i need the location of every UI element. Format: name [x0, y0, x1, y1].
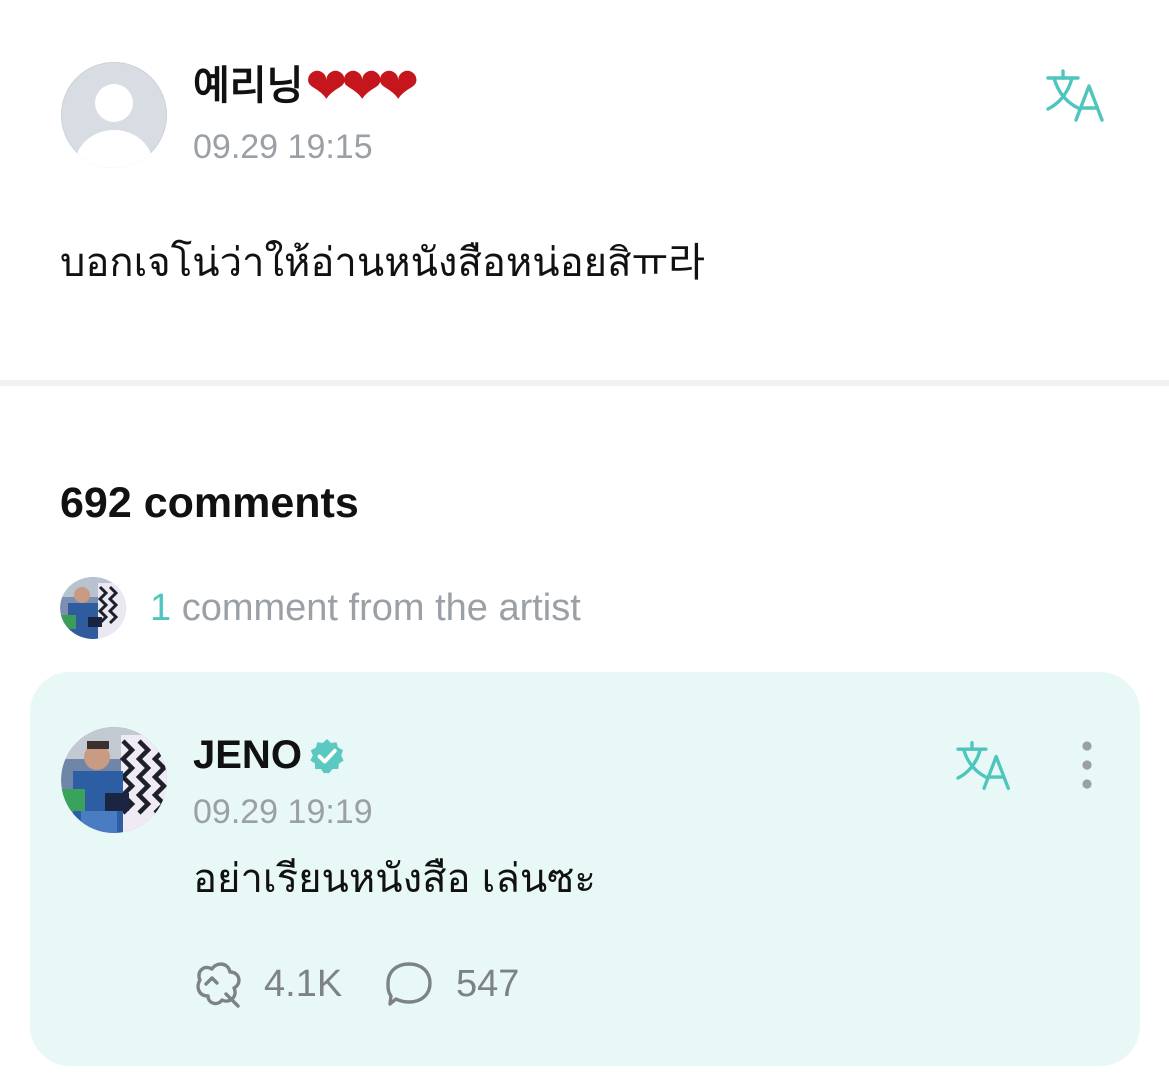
like-icon [196, 962, 241, 1008]
comment-bubble-icon [386, 962, 432, 1006]
author-name-text: 예리닝 [193, 64, 304, 108]
artist-comment-count: 1 [150, 587, 172, 629]
more-vertical-icon[interactable] [1070, 738, 1104, 794]
artist-comment-label-text: comment from the artist [171, 587, 581, 629]
post-body-text: บอกเจโน่ว่าให้อ่านหนังสือหน่อยสิㅠ라 [60, 241, 706, 285]
verified-check-icon [310, 739, 344, 774]
artist-comment-timestamp: 09.29 19:19 [193, 793, 373, 831]
author-avatar[interactable] [61, 62, 167, 168]
reply-count: 547 [456, 963, 520, 1005]
section-divider [0, 380, 1169, 386]
author-name[interactable]: 예리닝❤❤❤ [193, 57, 419, 115]
post-timestamp: 09.29 19:15 [193, 128, 373, 166]
artist-comment-summary[interactable]: 1 comment from the artist [60, 575, 760, 639]
artist-avatar-small [60, 577, 126, 639]
heart-emoji-icons: ❤❤❤ [305, 57, 419, 115]
artist-comment-card: JENO 09.29 19:19 อย่าเรียนหนังสือ เล่นซะ [30, 672, 1140, 1066]
avatar-shoulders-shape [75, 130, 153, 168]
artist-avatar[interactable] [61, 727, 167, 833]
artist-comment-text: อย่าเรียนหนังสือ เล่นซะ [193, 857, 596, 901]
avatar-head-shape [95, 84, 133, 122]
translate-icon[interactable] [954, 738, 1016, 792]
artist-name-text: JENO [193, 733, 302, 777]
artist-comment-label: 1 comment from the artist [150, 585, 581, 631]
translate-icon[interactable] [1044, 66, 1110, 124]
comments-count: 692 comments [60, 479, 359, 527]
post: 예리닝❤❤❤ 09.29 19:15 บอกเจโน่ว่าให้อ่านหนั… [0, 0, 1169, 382]
like-count: 4.1K [264, 963, 343, 1005]
artist-name[interactable]: JENO [193, 730, 346, 780]
